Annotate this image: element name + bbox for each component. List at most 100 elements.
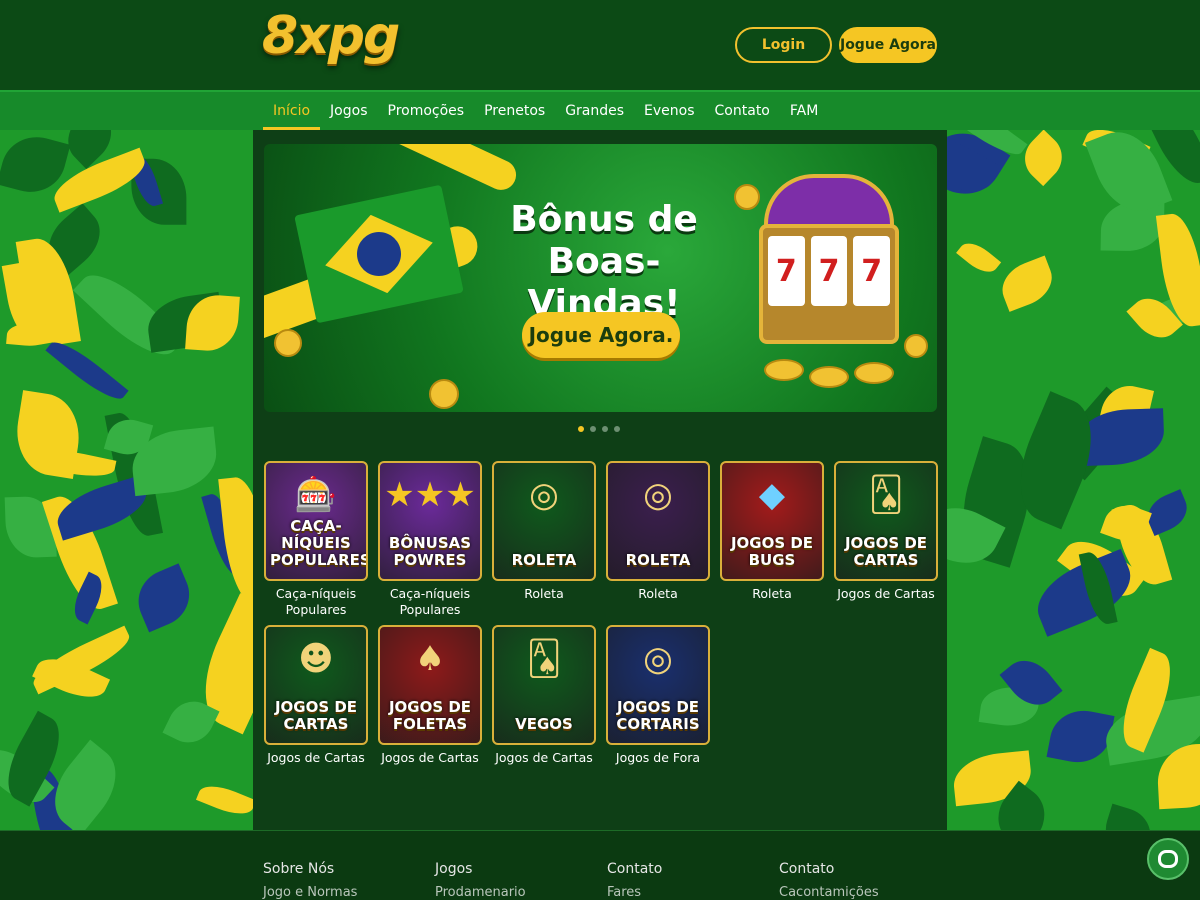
game-thumb-title: JOGOS DE FOLETAS [388, 698, 472, 733]
login-button[interactable]: Login [735, 27, 832, 63]
roulette-icon: ◎ [643, 639, 673, 679]
nav-item[interactable]: Jogos [320, 92, 377, 130]
footer-link[interactable]: Contato [779, 861, 879, 877]
promo-banner[interactable]: Bônus de Boas-Vindas! Jogue Agora. 7 7 7 [264, 144, 937, 412]
play-now-button[interactable]: Jogue Agora [839, 27, 937, 63]
coin-icon [904, 334, 928, 358]
nav-item[interactable]: Prenetos [474, 92, 555, 130]
coin-icon [429, 379, 459, 409]
carousel-dot[interactable] [614, 426, 620, 432]
game-card[interactable]: ★★★ BÔNUSAS POWRES Caça-níqueis Populares [378, 461, 482, 618]
slot-machine-icon: 🎰 [294, 475, 338, 515]
carousel-dot[interactable] [578, 426, 584, 432]
leaf-decoration [1098, 803, 1158, 830]
coin-icon [764, 359, 804, 381]
banner-cta-button[interactable]: Jogue Agora. [522, 312, 680, 358]
banner-title-line1: Bônus de [510, 199, 698, 240]
slot-reel: 7 [768, 236, 805, 306]
footer-link[interactable]: Prodamenario [435, 885, 526, 900]
game-caption[interactable]: Roleta [720, 586, 824, 602]
main-nav: Início Jogos Promoções Prenetos Grandes Eveno… [0, 90, 1200, 130]
nav-item[interactable]: Evenos [634, 92, 704, 130]
game-caption[interactable]: Jogos de Cartas [378, 750, 482, 766]
game-card[interactable]: ♠ JOGOS DE FOLETAS Jogos de Cartas [378, 625, 482, 766]
brazil-flag-icon [294, 184, 464, 324]
game-thumbnail[interactable]: ◆ JOGOS DE BUGS [720, 461, 824, 581]
slot-reels: 7 7 7 [768, 236, 891, 306]
slot-reel: 7 [810, 236, 848, 306]
carousel-dots [578, 426, 620, 432]
footer-column: Contato Fares [607, 861, 662, 900]
game-thumb-title: BÔNUSAS POWRES [388, 534, 472, 569]
banner-title: Bônus de Boas-Vindas! [484, 199, 724, 325]
game-caption[interactable]: Roleta [606, 586, 710, 602]
game-card[interactable]: ◆ JOGOS DE BUGS Roleta [720, 461, 824, 602]
game-thumbnail[interactable]: ♠ JOGOS DE FOLETAS [378, 625, 482, 745]
coin-icon [809, 366, 849, 388]
game-thumbnail[interactable]: 🂡 VEGOS [492, 625, 596, 745]
carousel-dot[interactable] [590, 426, 596, 432]
nav-item[interactable]: Promoções [378, 92, 475, 130]
header: 8xpg Login Jogue Agora [0, 0, 1200, 90]
leaf-decoration [6, 320, 56, 348]
footer-link[interactable]: Sobre Nós [263, 861, 357, 877]
nav-item[interactable]: Início [263, 92, 321, 130]
diamond-icon: ◆ [758, 475, 786, 515]
game-card[interactable]: ◎ ROLETA Roleta [606, 461, 710, 602]
nav-item[interactable]: FAM [780, 92, 828, 130]
game-card[interactable]: 🂡 JOGOS DE CARTAS Jogos de Cartas [834, 461, 938, 602]
game-thumb-title: JOGOS DE CORTARIS [616, 698, 700, 733]
footer-link[interactable]: Fares [607, 885, 662, 900]
leaf-decoration [1046, 704, 1115, 769]
game-thumbnail[interactable]: ◎ ROLETA [606, 461, 710, 581]
left-decoration [0, 130, 253, 830]
coin-icon [854, 362, 894, 384]
game-card[interactable]: ◎ ROLETA Roleta [492, 461, 596, 602]
game-card[interactable]: ◎ JOGOS DE CORTARIS Jogos de Fora [606, 625, 710, 766]
game-caption[interactable]: Jogos de Cartas [264, 750, 368, 766]
nav-item[interactable]: Grandes [555, 92, 634, 130]
game-card[interactable]: 🎰 CAÇA-NÍQUEIS POPULARES Caça-níqueis Popu… [264, 461, 368, 618]
chat-button[interactable] [1147, 838, 1189, 880]
game-thumb-title: ROLETA [625, 551, 691, 569]
nav-item[interactable]: Contato [705, 92, 780, 130]
logo[interactable]: 8xpg [262, 6, 400, 66]
footer-link[interactable]: Contato [607, 861, 662, 877]
game-thumbnail[interactable]: ☻ JOGOS DE CARTAS [264, 625, 368, 745]
footer-link[interactable]: Cacontamições [779, 885, 879, 900]
footer-column: Sobre Nós Jogo e Normas [263, 861, 357, 900]
slot-top [764, 174, 894, 229]
game-caption[interactable]: Jogos de Fora [606, 750, 710, 766]
footer-link[interactable]: Jogos [435, 861, 526, 877]
coin-icon [274, 329, 302, 357]
game-card[interactable]: 🂡 VEGOS Jogos de Cartas [492, 625, 596, 766]
game-thumbnail[interactable]: 🂡 JOGOS DE CARTAS [834, 461, 938, 581]
roulette-icon: ◎ [529, 475, 559, 515]
game-thumbnail[interactable]: ★★★ BÔNUSAS POWRES [378, 461, 482, 581]
game-thumbnail[interactable]: 🎰 CAÇA-NÍQUEIS POPULARES [264, 461, 368, 581]
coin-icon [734, 184, 760, 210]
main-content: Bônus de Boas-Vindas! Jogue Agora. 7 7 7… [253, 130, 947, 830]
chat-bubble-icon [1158, 850, 1178, 868]
game-thumbnail[interactable]: ◎ JOGOS DE CORTARIS [606, 625, 710, 745]
game-caption[interactable]: Caça-níqueis Populares [378, 586, 482, 618]
game-thumb-title: JOGOS DE BUGS [730, 534, 814, 569]
game-caption[interactable]: Roleta [492, 586, 596, 602]
slot-reel: 7 [853, 236, 891, 306]
carousel-dot[interactable] [602, 426, 608, 432]
game-caption[interactable]: Jogos de Cartas [834, 586, 938, 602]
game-caption[interactable]: Jogos de Cartas [492, 750, 596, 766]
slot-machine-icon: 7 7 7 [754, 174, 904, 374]
leaf-decoration [1014, 130, 1072, 186]
game-thumb-title: VEGOS [515, 715, 573, 733]
game-thumbnail[interactable]: ◎ ROLETA [492, 461, 596, 581]
game-card[interactable]: ☻ JOGOS DE CARTAS Jogos de Cartas [264, 625, 368, 766]
footer-column: Contato Cacontamições [779, 861, 879, 900]
game-thumb-title: CAÇA-NÍQUEIS POPULARES [270, 517, 368, 569]
footer-link[interactable]: Jogo e Normas [263, 885, 357, 900]
mascot-icon: ☻ [298, 639, 334, 679]
leaf-decoration [128, 563, 199, 633]
roulette-icon: ◎ [643, 475, 673, 515]
game-caption[interactable]: Caça-níqueis Populares [264, 586, 368, 618]
leaf-decoration [995, 255, 1060, 312]
